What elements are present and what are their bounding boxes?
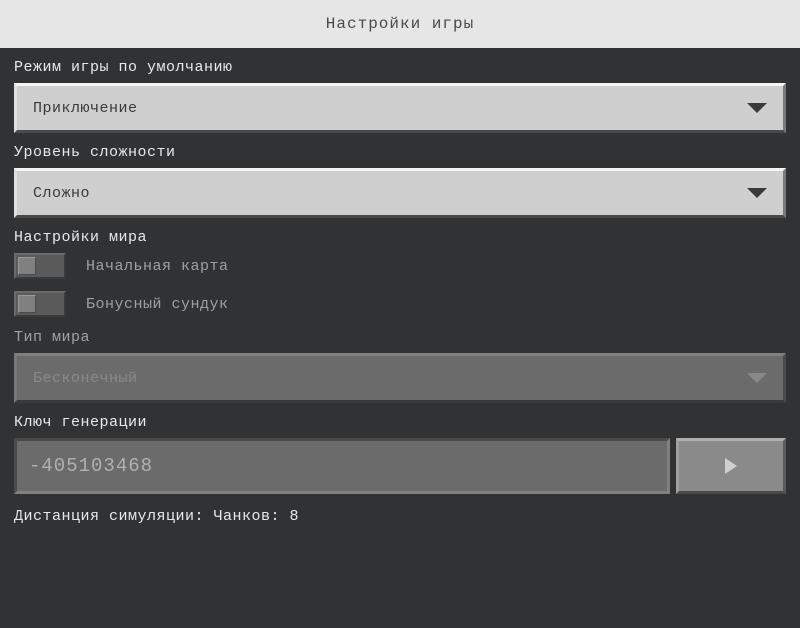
bonus-chest-label: Бонусный сундук xyxy=(86,296,229,313)
bonus-chest-toggle[interactable] xyxy=(14,291,66,317)
game-mode-value: Приключение xyxy=(33,100,138,117)
chevron-down-icon xyxy=(747,373,767,383)
chevron-down-icon xyxy=(747,103,767,113)
game-mode-label: Режим игры по умолчанию xyxy=(14,59,786,76)
starting-map-row: Начальная карта xyxy=(14,253,786,279)
bonus-chest-row: Бонусный сундук xyxy=(14,291,786,317)
starting-map-toggle[interactable] xyxy=(14,253,66,279)
world-type-value: Бесконечный xyxy=(33,370,138,387)
chevron-down-icon xyxy=(747,188,767,198)
toggle-handle xyxy=(18,295,36,313)
toggle-handle xyxy=(18,257,36,275)
page-title: Настройки игры xyxy=(326,15,474,33)
simulation-distance-label: Дистанция симуляции: Чанков: 8 xyxy=(14,508,786,525)
content-area: Режим игры по умолчанию Приключение Уров… xyxy=(0,59,800,525)
play-icon xyxy=(725,458,737,474)
seed-input[interactable] xyxy=(14,438,670,494)
world-type-label: Тип мира xyxy=(14,329,786,346)
difficulty-value: Сложно xyxy=(33,185,90,202)
difficulty-dropdown[interactable]: Сложно xyxy=(14,168,786,218)
starting-map-label: Начальная карта xyxy=(86,258,229,275)
world-settings-label: Настройки мира xyxy=(14,229,786,246)
world-type-dropdown: Бесконечный xyxy=(14,353,786,403)
seed-label: Ключ генерации xyxy=(14,414,786,431)
game-mode-dropdown[interactable]: Приключение xyxy=(14,83,786,133)
seed-input-row xyxy=(14,438,786,494)
seed-play-button[interactable] xyxy=(676,438,786,494)
page-header: Настройки игры xyxy=(0,0,800,48)
difficulty-label: Уровень сложности xyxy=(14,144,786,161)
